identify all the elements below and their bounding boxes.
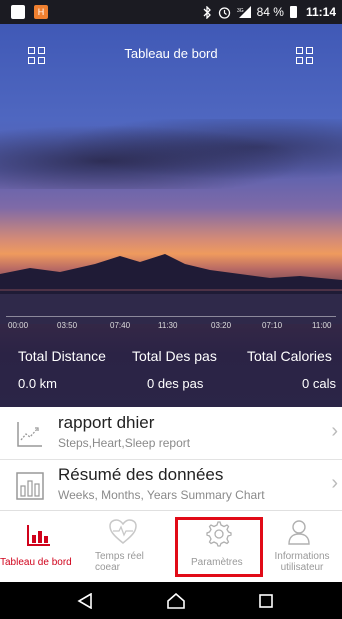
timeline-label: 03:50 — [57, 321, 78, 330]
svg-text:3G: 3G — [237, 8, 244, 14]
list-item-subtitle: Weeks, Months, Years Summary Chart — [58, 488, 265, 502]
calories-value: 0 cals — [302, 376, 336, 391]
timeline-label: 11:30 — [158, 321, 178, 330]
page-title: Tableau de bord — [124, 46, 218, 61]
notification-h-icon: H — [34, 5, 48, 19]
status-bar: H 3G 84 % 11:14 — [0, 0, 342, 24]
timeline: 00:00 03:50 07:40 11:30 03:20 07:10 11:0… — [0, 316, 342, 332]
chevron-right-icon: › — [331, 420, 338, 442]
heart-pulse-icon — [109, 519, 137, 544]
dashboard-hero: Tableau de bord 00:00 03:50 07:40 11:30 … — [0, 24, 342, 407]
tab-dashboard-label: Tableau de bord — [0, 557, 72, 568]
home-icon[interactable] — [167, 593, 185, 609]
battery-percent: 84 % — [256, 5, 284, 19]
timeline-label: 00:00 — [8, 321, 29, 330]
notification-app-icon — [11, 5, 25, 19]
calories-label: Total Calories — [247, 348, 332, 364]
user-icon — [288, 520, 310, 545]
steps-value: 0 des pas — [147, 376, 204, 391]
settings-highlight-box — [175, 517, 263, 577]
mountain-silhouette — [0, 254, 342, 324]
list-item-title: rapport dhier — [58, 413, 155, 432]
timeline-label: 03:20 — [211, 321, 232, 330]
list-item-title: Résumé des données — [58, 465, 224, 484]
clock: 11:14 — [305, 5, 336, 19]
bar-chart-icon — [16, 472, 44, 500]
list-item-yesterday-report[interactable]: rapport dhier Steps,Heart,Sleep report › — [0, 410, 342, 456]
tab-user-info[interactable]: Informations utilisateur — [263, 511, 342, 583]
timeline-label: 07:40 — [110, 321, 131, 330]
distance-value: 0.0 km — [18, 376, 58, 391]
tab-realtime-heart[interactable]: Temps réel coear — [95, 511, 175, 583]
list-item-data-summary[interactable]: Résumé des données Weeks, Months, Years … — [0, 462, 342, 508]
status-right: 3G 84 % 11:14 — [202, 5, 336, 19]
distance-label: Total Distance — [18, 348, 106, 364]
dashboard-chart-icon — [27, 525, 50, 546]
bluetooth-icon — [203, 5, 211, 19]
tab-dashboard[interactable]: Tableau de bord — [0, 511, 95, 583]
back-icon[interactable] — [77, 593, 93, 609]
timeline-label: 11:00 — [312, 321, 332, 330]
battery-icon — [289, 6, 297, 18]
timeline-line — [6, 316, 336, 317]
tab-realtime-label: Temps réel coear — [95, 551, 144, 573]
steps-label: Total Des pas — [132, 348, 217, 364]
signal-3g-icon: 3G — [237, 6, 251, 18]
chevron-right-icon: › — [331, 472, 338, 494]
system-navigation-bar — [0, 582, 342, 619]
tab-user-info-label: Informations utilisateur — [274, 551, 330, 573]
recents-icon[interactable] — [259, 594, 273, 608]
list-item-subtitle: Steps,Heart,Sleep report — [58, 436, 191, 450]
bottom-nav: Tableau de bord Temps réel coear Paramèt… — [0, 510, 342, 583]
sky-clouds — [0, 119, 342, 189]
timeline-label: 07:10 — [262, 321, 283, 330]
alarm-icon — [218, 6, 230, 19]
right-grid-icon[interactable] — [296, 47, 314, 65]
divider — [0, 459, 342, 460]
trend-chart-icon — [17, 422, 42, 447]
